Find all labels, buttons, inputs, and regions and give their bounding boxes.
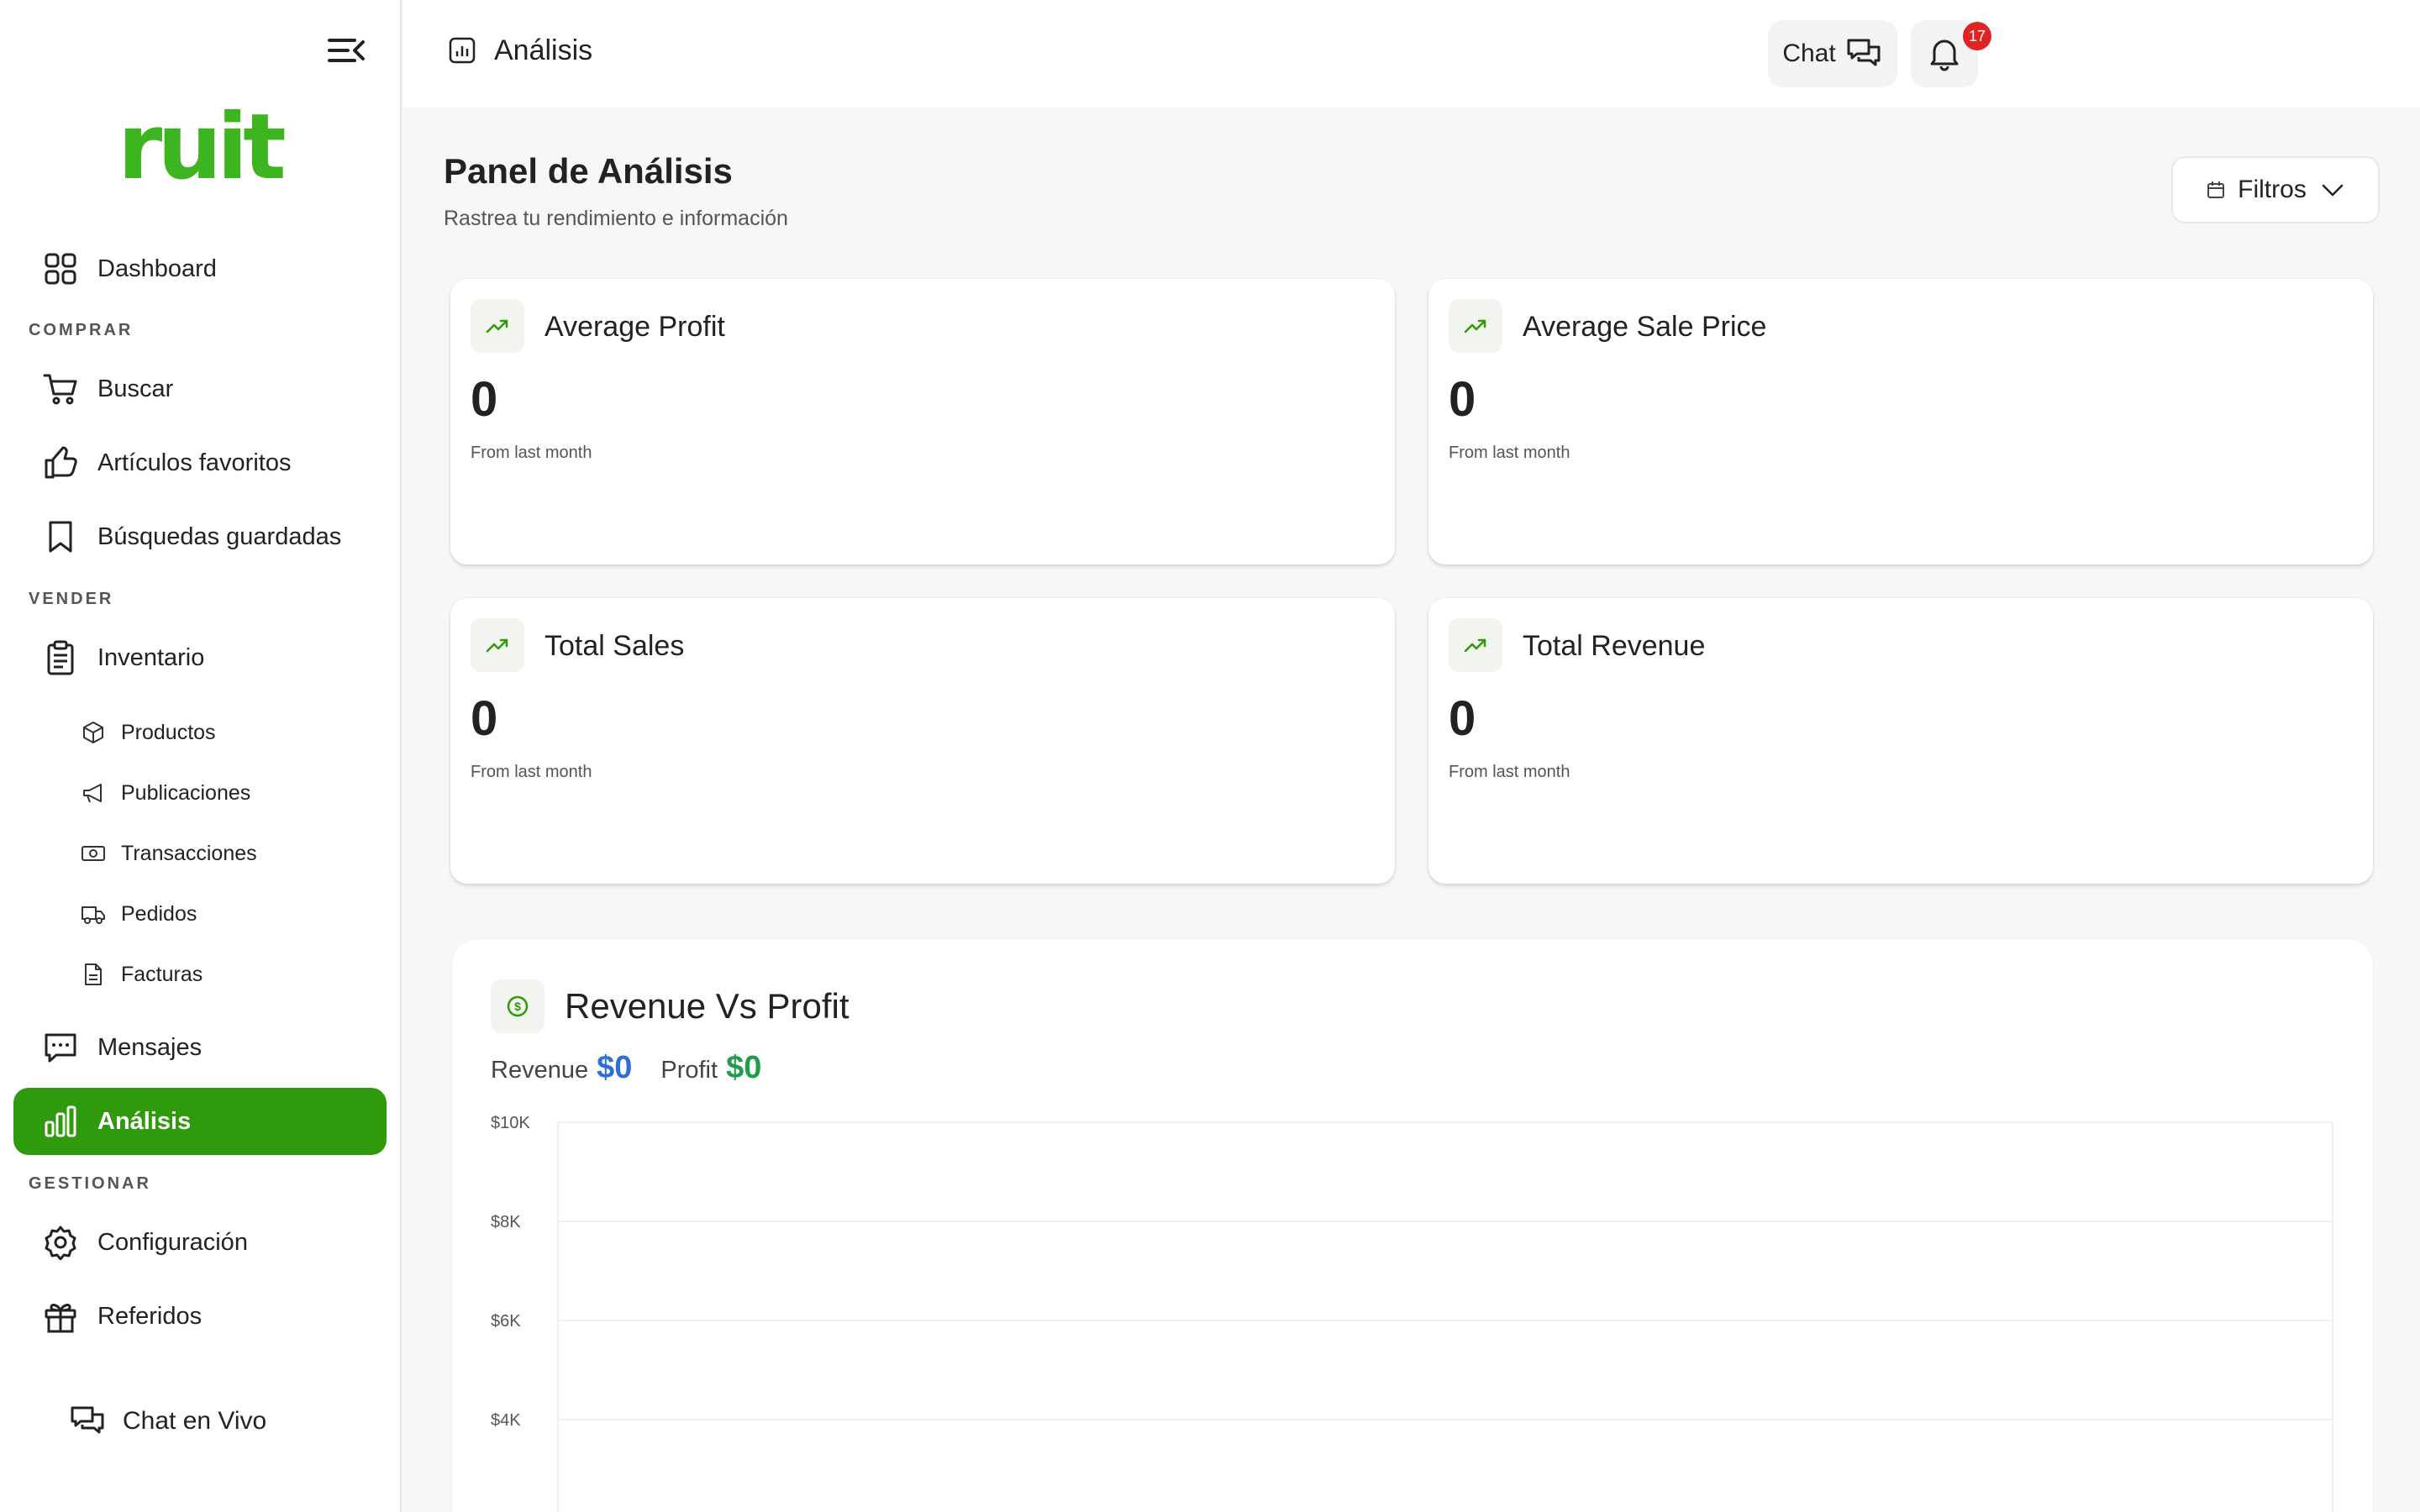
sidebar-item-label: Referidos xyxy=(97,1302,203,1330)
sidebar-subitem-label: Pedidos xyxy=(121,901,197,926)
stat-card-value: 0 xyxy=(1449,372,1476,427)
chart-plot: $10K $8K $6K $4K xyxy=(491,1114,2333,1512)
megaphone-icon xyxy=(79,779,108,807)
sidebar-item-label: Búsquedas guardadas xyxy=(97,522,342,550)
live-chat-label: Chat en Vivo xyxy=(123,1407,267,1435)
chat-bubbles-icon xyxy=(1844,34,1883,73)
page-subtitle: Rastrea tu rendimiento e información xyxy=(444,207,788,230)
trending-up-icon xyxy=(471,299,524,353)
section-label-buy: COMPRAR xyxy=(29,321,134,339)
chat-bubbles-icon xyxy=(67,1401,108,1441)
sidebar-subitem-listings[interactable]: Publicaciones xyxy=(79,771,250,815)
banknote-icon xyxy=(79,839,108,868)
box-icon xyxy=(79,718,108,747)
sidebar-subitem-products[interactable]: Productos xyxy=(79,711,216,754)
page-title: Panel de Análisis xyxy=(444,151,733,191)
brand-logo[interactable]: ruit xyxy=(118,102,287,193)
sidebar-item-settings[interactable]: Configuración xyxy=(13,1209,387,1276)
cart-icon xyxy=(42,370,79,407)
page-breadcrumb: Análisis xyxy=(445,34,592,67)
sidebar-item-referrals[interactable]: Referidos xyxy=(13,1283,387,1350)
stat-card-note: From last month xyxy=(471,444,592,462)
gear-icon xyxy=(42,1224,79,1261)
chat-button[interactable]: Chat xyxy=(1768,20,1897,87)
chart-y-tick-label: $8K xyxy=(491,1213,521,1231)
trending-up-icon xyxy=(1449,299,1502,353)
sidebar-item-label: Mensajes xyxy=(97,1033,203,1061)
trending-up-icon xyxy=(1449,618,1502,672)
stat-card-average-sale-price: Average Sale Price 0 From last month xyxy=(1428,279,2373,564)
chart-y-tick-label: $4K xyxy=(491,1411,521,1430)
bell-icon xyxy=(1930,39,1959,71)
collapse-sidebar-button[interactable] xyxy=(326,34,366,67)
stat-card-total-sales: Total Sales 0 From last month xyxy=(450,598,1395,884)
notification-count-badge: 17 xyxy=(1963,22,1991,50)
stat-card-value: 0 xyxy=(471,372,498,427)
stat-card-title: Total Revenue xyxy=(1523,630,1706,662)
trending-up-icon xyxy=(471,618,524,672)
message-icon xyxy=(42,1029,79,1066)
thumbs-up-icon xyxy=(42,444,79,481)
sidebar-item-messages[interactable]: Mensajes xyxy=(13,1014,387,1081)
section-label-sell: VENDER xyxy=(29,590,114,608)
stat-card-note: From last month xyxy=(1449,763,1570,781)
stat-card-value: 0 xyxy=(471,691,498,746)
sidebar-subitem-label: Publicaciones xyxy=(121,780,251,805)
chart-plot-frame xyxy=(557,1121,2333,1512)
chart-y-tick-label: $10K xyxy=(491,1114,530,1132)
sidebar-item-label: Inventario xyxy=(97,643,205,671)
stat-card-title: Average Profit xyxy=(544,311,725,343)
sidebar-item-label: Dashboard xyxy=(97,255,217,282)
topbar-title: Análisis xyxy=(494,34,593,66)
truck-icon xyxy=(79,900,108,928)
stat-card-note: From last month xyxy=(1449,444,1570,462)
stat-card-title: Total Sales xyxy=(544,630,685,662)
sidebar-item-label: Configuración xyxy=(97,1228,248,1256)
chevron-down-icon xyxy=(2320,177,2345,202)
file-icon xyxy=(79,960,108,989)
chart-y-tick-label: $6K xyxy=(491,1312,521,1331)
chat-button-label: Chat xyxy=(1782,39,1836,67)
calendar-icon xyxy=(2206,180,2226,200)
top-bar: Análisis xyxy=(403,0,2420,108)
sidebar-item-label: Buscar xyxy=(97,375,174,402)
sidebar-item-favorites[interactable]: Artículos favoritos xyxy=(13,429,387,496)
grid-icon xyxy=(42,250,79,287)
sidebar-item-search[interactable]: Buscar xyxy=(13,355,387,423)
stat-card-title: Average Sale Price xyxy=(1523,311,1767,343)
bar-chart-icon xyxy=(42,1103,79,1140)
sidebar-item-label: Análisis xyxy=(97,1107,192,1135)
stat-card-value: 0 xyxy=(1449,691,1476,746)
sidebar-subitem-label: Transacciones xyxy=(121,841,257,865)
filters-label: Filtros xyxy=(2238,176,2307,203)
sidebar-item-saved-searches[interactable]: Búsquedas guardadas xyxy=(13,503,387,570)
gift-icon xyxy=(42,1298,79,1335)
sidebar-subitem-orders[interactable]: Pedidos xyxy=(79,892,197,936)
sidebar-subitem-label: Productos xyxy=(121,720,216,744)
bookmark-icon xyxy=(42,518,79,555)
sidebar-item-analytics[interactable]: Análisis xyxy=(13,1088,387,1155)
sidebar-subitem-label: Facturas xyxy=(121,962,203,986)
clipboard-icon xyxy=(42,639,79,676)
stat-card-total-revenue: Total Revenue 0 From last month xyxy=(1428,598,2373,884)
sidebar-item-dashboard[interactable]: Dashboard xyxy=(13,235,387,302)
menu-collapse-icon xyxy=(328,39,365,62)
sidebar-item-inventory[interactable]: Inventario xyxy=(13,624,387,691)
sidebar-subitem-invoices[interactable]: Facturas xyxy=(79,953,203,996)
filters-button[interactable]: Filtros xyxy=(2171,156,2380,223)
live-chat-button[interactable]: Chat en Vivo xyxy=(67,1396,266,1446)
stat-card-note: From last month xyxy=(471,763,592,781)
sidebar-subitem-transactions[interactable]: Transacciones xyxy=(79,832,257,875)
sidebar: ruit Dashboard COMPRAR Buscar Artículos … xyxy=(0,0,402,1512)
revenue-vs-profit-chart-card: $ Revenue Vs Profit Revenue $0 Profit $0… xyxy=(452,939,2373,1512)
section-label-manage: GESTIONAR xyxy=(29,1174,151,1193)
sidebar-item-label: Artículos favoritos xyxy=(97,449,292,476)
stat-card-average-profit: Average Profit 0 From last month xyxy=(450,279,1395,564)
analytics-icon xyxy=(445,34,479,67)
